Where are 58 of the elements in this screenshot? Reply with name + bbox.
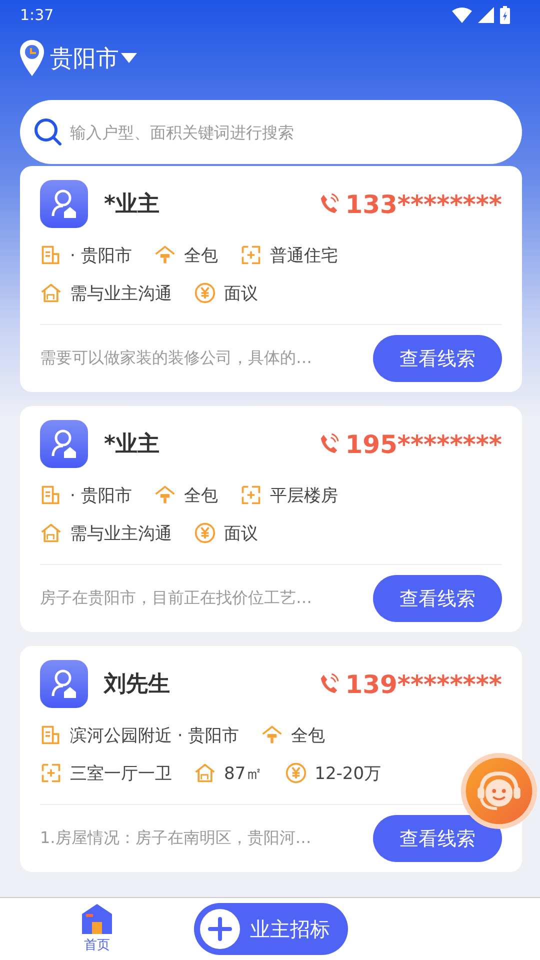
owner-avatar-icon — [40, 660, 88, 708]
support-headset-icon — [460, 752, 538, 830]
yuan-icon — [194, 282, 216, 304]
location-pin-icon — [20, 40, 44, 76]
house-area-icon — [194, 762, 216, 784]
tag-text: 87㎡ — [224, 762, 263, 784]
phone-number: 133******** — [345, 190, 502, 218]
lead-description: 1.房屋情况：房子在南明区，贵阳河… — [40, 828, 312, 849]
owner-name: *业主 — [104, 190, 161, 219]
floor-plan-icon — [240, 484, 262, 506]
tag-text: · 贵阳市 — [70, 484, 132, 506]
tag-text: 平层楼房 — [270, 484, 338, 506]
tag-text: 需与业主沟通 — [70, 282, 172, 304]
home-icon — [82, 904, 112, 934]
owner-avatar-icon — [40, 420, 88, 468]
lead-description: 需要可以做家装的装修公司，具体的… — [40, 348, 312, 369]
tag-text: 全包 — [291, 724, 326, 746]
building-icon — [40, 244, 62, 266]
post-tender-button[interactable]: 业主招标 — [194, 903, 348, 955]
building-icon — [40, 484, 62, 506]
tag-text: 全包 — [184, 484, 218, 506]
tag-text: 面议 — [224, 522, 258, 544]
floor-plan-icon — [240, 244, 262, 266]
yuan-icon — [194, 522, 216, 544]
wifi-icon — [452, 7, 472, 23]
owner-name: *业主 — [104, 430, 161, 459]
floor-plan-icon — [40, 762, 62, 784]
view-lead-button[interactable]: 查看线索 — [373, 575, 502, 622]
tag-text: 需与业主沟通 — [70, 522, 172, 544]
house-area-icon — [40, 522, 62, 544]
tag-text: 三室一厅一卫 — [70, 762, 172, 784]
view-lead-button[interactable]: 查看线索 — [373, 335, 502, 382]
city-selector[interactable]: 贵阳市 — [50, 42, 137, 74]
plus-icon — [200, 909, 240, 949]
phone-number: 139******** — [345, 670, 502, 698]
lead-description: 房子在贵阳市，目前正在找价位工艺… — [40, 588, 312, 609]
caret-icon — [121, 53, 137, 63]
owner-name: 刘先生 — [104, 670, 171, 699]
view-lead-button[interactable]: 查看线索 — [373, 815, 502, 862]
house-area-icon — [40, 282, 62, 304]
battery-icon — [500, 6, 510, 24]
tag-text: · 贵阳市 — [70, 244, 132, 266]
tag-text: 普通住宅 — [270, 244, 338, 266]
yuan-icon — [284, 762, 307, 784]
search-field[interactable]: 输入户型、面积关键词进行搜索 — [20, 100, 522, 164]
phone-icon — [319, 433, 340, 455]
tag-text: 全包 — [184, 244, 218, 266]
owner-avatar-icon — [40, 180, 88, 228]
phone-number: 195******** — [345, 430, 502, 458]
tag-text: 面议 — [224, 282, 258, 304]
home-tab[interactable]: 首页 — [0, 904, 194, 954]
status-time: 1:37 — [20, 6, 54, 24]
building-icon — [40, 724, 62, 746]
phone-icon — [319, 673, 340, 695]
tag-text: 滨河公园附近 · 贵阳市 — [70, 724, 240, 746]
tag-text: 12-20万 — [314, 762, 382, 784]
signal-icon — [478, 7, 494, 23]
phone-icon — [319, 193, 340, 215]
